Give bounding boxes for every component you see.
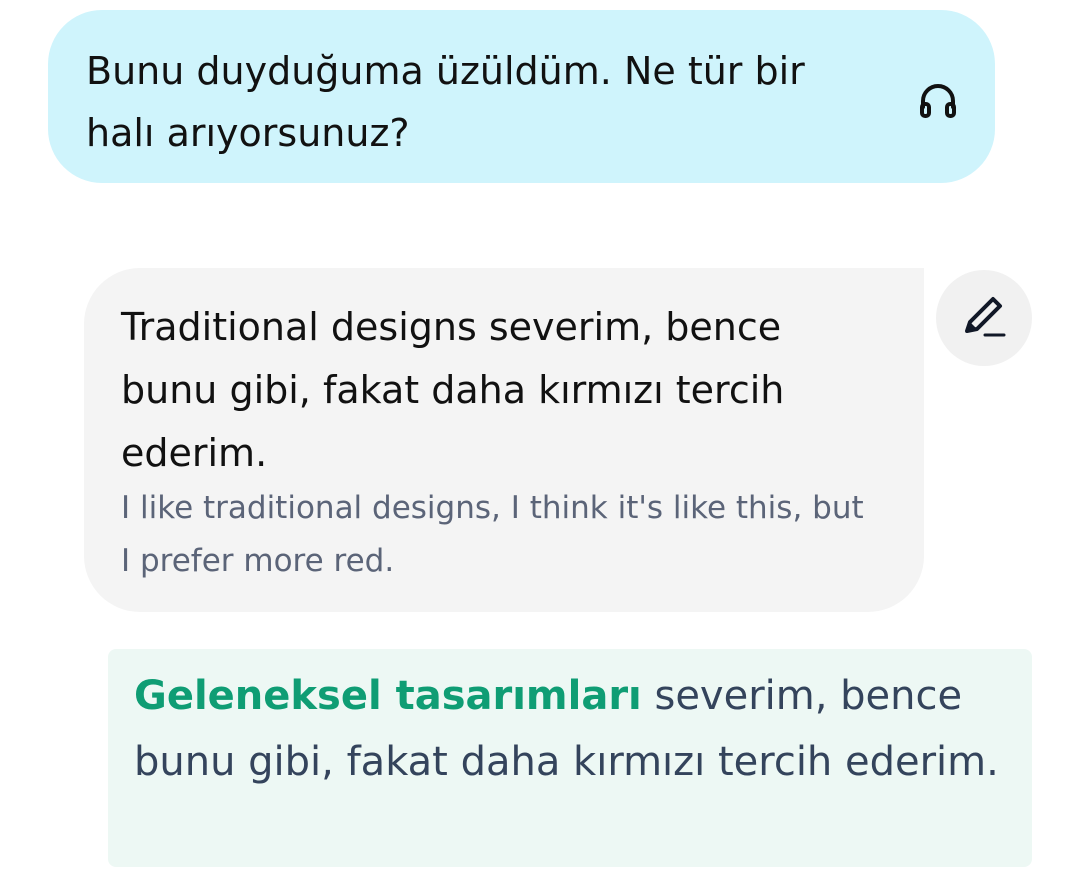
correction-highlight: Geleneksel tasarımları	[134, 673, 642, 719]
user-message-bubble: Traditional designs severim, bence bunu …	[84, 268, 924, 612]
pencil-icon	[959, 291, 1009, 345]
bot-message-text: Bunu duyduğuma üzüldüm. Ne tür bir halı …	[86, 49, 805, 155]
correction-box: Geleneksel tasarımları severim, bence bu…	[108, 649, 1032, 867]
listen-button[interactable]	[914, 80, 962, 128]
bot-message-bubble: Bunu duyduğuma üzüldüm. Ne tür bir halı …	[48, 10, 995, 183]
headphones-icon	[916, 80, 960, 128]
user-message-translation: I like traditional designs, I think it's…	[121, 490, 864, 579]
chat-screen: Bunu duyduğuma üzüldüm. Ne tür bir halı …	[0, 0, 1079, 880]
correction-text: Geleneksel tasarımları severim, bence bu…	[134, 663, 1014, 795]
user-message-text: Traditional designs severim, bence bunu …	[121, 305, 785, 475]
edit-message-button[interactable]	[936, 270, 1032, 366]
